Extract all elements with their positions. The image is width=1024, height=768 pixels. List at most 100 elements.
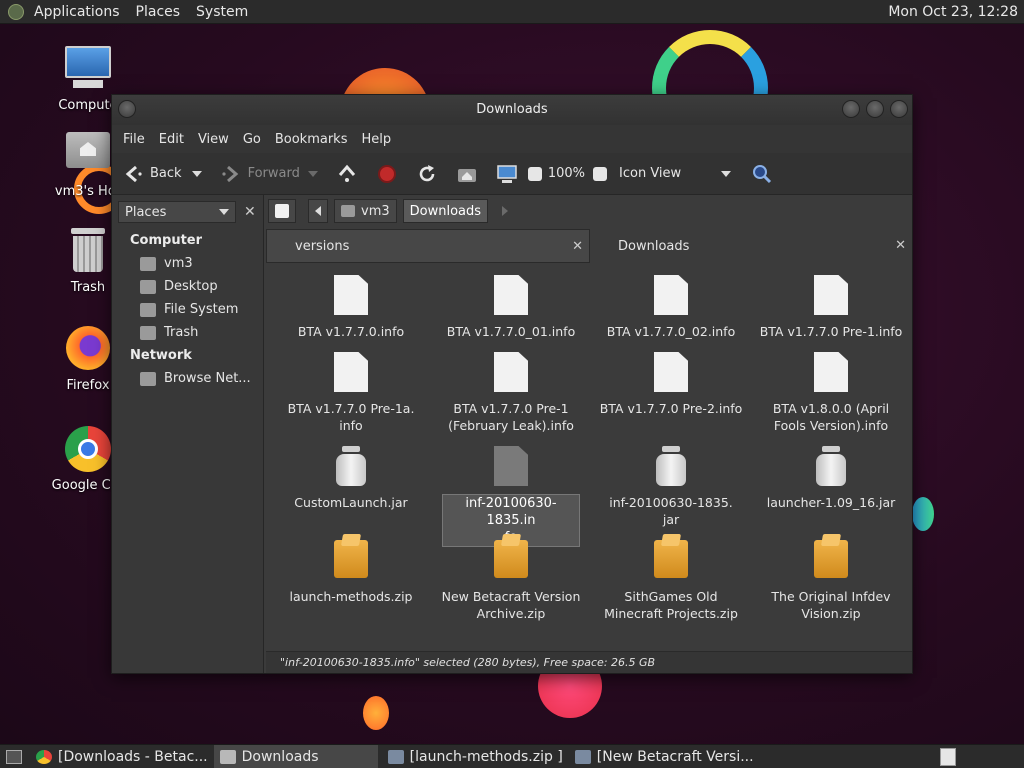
forward-label: Forward [247, 166, 300, 181]
taskbar-item-new-betacraft[interactable]: [New Betacraft Versi... [569, 745, 760, 768]
close-tab-icon[interactable]: ✕ [895, 238, 906, 253]
show-desktop-icon[interactable] [6, 749, 22, 764]
toggle-location-button[interactable] [268, 199, 296, 223]
home-icon[interactable] [456, 163, 478, 185]
sidebar-item-vm3[interactable]: vm3 [112, 252, 263, 275]
tab-versions[interactable]: versions ✕ [266, 229, 590, 263]
maximize-button[interactable] [866, 100, 884, 118]
file-item[interactable]: BTA v1.7.7.0 Pre-1a. info [271, 352, 431, 434]
taskbar-item-launch-methods[interactable]: [launch-methods.zip ] [382, 745, 569, 768]
computer-icon[interactable] [496, 163, 518, 185]
view-mode-select[interactable]: Icon View [619, 166, 681, 181]
home-folder-icon [140, 256, 156, 271]
menu-file[interactable]: File [116, 132, 152, 147]
tab-downloads[interactable]: Downloads ✕ [590, 229, 912, 263]
file-name: BTA v1.7.7.0 Pre-2.info [599, 401, 743, 416]
view-mode-dropdown-icon[interactable] [721, 170, 732, 177]
back-button[interactable]: Back [122, 163, 182, 185]
zoom-in-icon[interactable] [593, 166, 608, 181]
window-title: Downloads [476, 102, 548, 117]
taskbar-item-chrome-downloads[interactable]: [Downloads - Betac... [30, 745, 214, 768]
chevron-right-icon[interactable] [502, 206, 509, 216]
tab-label: versions [295, 238, 350, 254]
sidebar-item-file-system[interactable]: File System [112, 298, 263, 321]
menu-view[interactable]: View [191, 132, 236, 147]
zoom-out-icon[interactable] [527, 166, 542, 181]
sidebar-item-trash[interactable]: Trash [112, 321, 263, 344]
sidebar-section-network: Network [130, 348, 192, 363]
breadcrumb-vm3[interactable]: vm3 [334, 199, 397, 223]
sidebar-item-desktop[interactable]: Desktop [112, 275, 263, 298]
breadcrumb-downloads[interactable]: Downloads [402, 199, 489, 223]
menu-bookmarks[interactable]: Bookmarks [268, 132, 355, 147]
sidebar-selector[interactable]: Places [118, 201, 236, 223]
sidebar-item-label: Trash [164, 325, 199, 340]
folder-icon [219, 749, 236, 764]
document-icon [654, 275, 688, 315]
chevron-left-icon [315, 206, 321, 216]
firefox-icon [64, 326, 112, 374]
file-name: launch-methods.zip [289, 589, 413, 604]
document-icon [494, 275, 528, 315]
up-arrow-icon[interactable] [336, 163, 358, 185]
file-item[interactable]: New Betacraft Version Archive.zip [431, 540, 591, 622]
close-button[interactable] [890, 100, 908, 118]
document-icon [494, 446, 528, 486]
menu-edit[interactable]: Edit [152, 132, 191, 147]
sidebar-item-browse-network[interactable]: Browse Net... [112, 367, 263, 390]
desktop-folder-icon [140, 279, 156, 294]
file-name: launcher-1.09_16.jar [766, 495, 896, 510]
file-item[interactable]: BTA v1.7.7.0_01.info [431, 275, 591, 340]
sidebar-item-label: vm3 [164, 256, 193, 271]
file-item[interactable]: SithGames Old Minecraft Projects.zip [591, 540, 751, 622]
file-item[interactable]: launcher-1.09_16.jar [751, 446, 911, 511]
window-menu-button[interactable] [118, 100, 136, 118]
jar-icon [816, 446, 846, 486]
back-history-dropdown-icon[interactable] [191, 170, 202, 177]
zoom-level[interactable]: 100% [548, 166, 585, 181]
file-item[interactable]: BTA v1.7.7.0 Pre-1.info [751, 275, 911, 340]
home-folder-icon [64, 132, 112, 180]
taskbar-item-downloads[interactable]: Downloads [213, 744, 378, 768]
file-item[interactable]: CustomLaunch.jar [271, 446, 431, 511]
sidebar-item-label: Browse Net... [164, 371, 251, 386]
chrome-icon [36, 749, 52, 764]
taskbar-label: [New Betacraft Versi... [596, 748, 754, 765]
forward-button[interactable]: Forward [220, 163, 300, 185]
forward-history-dropdown-icon[interactable] [307, 170, 318, 177]
file-item[interactable]: BTA v1.7.7.0 Pre-1 (February Leak).info [431, 352, 591, 434]
taskbar-label: Downloads [241, 748, 319, 765]
title-bar[interactable]: Downloads [112, 95, 912, 125]
menu-help[interactable]: Help [354, 132, 398, 147]
places-menu[interactable]: Places [128, 4, 189, 20]
reload-icon[interactable] [416, 163, 438, 185]
close-tab-icon[interactable]: ✕ [572, 239, 583, 254]
file-item[interactable]: launch-methods.zip [271, 540, 431, 605]
home-folder-icon [341, 205, 355, 217]
document-icon [494, 352, 528, 392]
workspace-switcher[interactable] [940, 747, 956, 766]
breadcrumb-left-arrow[interactable] [308, 199, 328, 223]
menu-go[interactable]: Go [236, 132, 268, 147]
archive-icon [494, 540, 528, 578]
file-item[interactable]: BTA v1.8.0.0 (April Fools Version).info [751, 352, 911, 434]
file-item[interactable]: BTA v1.7.7.0_02.info [591, 275, 751, 340]
search-icon[interactable] [751, 163, 773, 185]
system-menu[interactable]: System [188, 4, 256, 20]
minimize-button[interactable] [842, 100, 860, 118]
stop-icon[interactable] [376, 163, 398, 185]
file-item-selected[interactable]: inf-20100630-1835.in fo [431, 446, 591, 547]
file-item[interactable]: The Original Infdev Vision.zip [751, 540, 911, 622]
file-item[interactable]: BTA v1.7.7.0 Pre-2.info [591, 352, 751, 417]
file-grid: BTA v1.7.7.0.info BTA v1.7.7.0_01.info B… [266, 263, 912, 647]
file-item[interactable]: inf-20100630-1835. jar [591, 446, 751, 528]
gnome-foot-icon[interactable] [8, 3, 24, 20]
document-icon [654, 352, 688, 392]
sidebar-close-icon[interactable]: ✕ [244, 204, 256, 220]
sidebar-item-label: File System [164, 302, 239, 317]
applications-menu[interactable]: Applications [26, 4, 128, 20]
sidebar-selector-label: Places [125, 204, 167, 220]
file-item[interactable]: BTA v1.7.7.0.info [271, 275, 431, 340]
top-panel: Applications Places System Mon Oct 23, 1… [0, 0, 1024, 24]
clock[interactable]: Mon Oct 23, 12:28 [888, 4, 1024, 20]
